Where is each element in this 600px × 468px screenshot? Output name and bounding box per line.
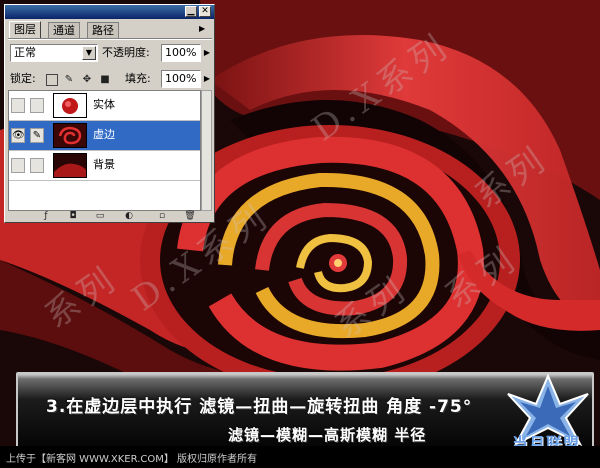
close-button[interactable]: ✕	[199, 6, 211, 17]
trash-icon[interactable]: 🗑	[184, 211, 196, 222]
new-group-icon[interactable]: ▭	[94, 211, 106, 222]
layer-name: 虚边	[93, 128, 115, 141]
footer-bar: 上传于【新客网 WWW.XKER.COM】 版权归原作者所有	[0, 446, 600, 468]
layer-name: 背景	[93, 158, 115, 171]
palette-bottom-toolbar: ƒ ◘ ▭ ◐ ▫ 🗑	[8, 211, 212, 223]
lock-label: 锁定:	[10, 72, 36, 85]
close-icon: ✕	[201, 6, 209, 16]
minimize-icon: ▁	[187, 6, 195, 16]
tab-layers[interactable]: 图层	[9, 21, 41, 38]
fill-label: 填充:	[125, 72, 151, 85]
visibility-toggle[interactable]	[11, 158, 25, 173]
layer-row[interactable]: 背景	[9, 151, 200, 181]
new-layer-icon[interactable]: ▫	[156, 211, 168, 222]
fill-value: 100%	[165, 72, 197, 85]
layers-list: 实体 👁 ✎ 虚边 背景	[8, 90, 201, 211]
footer-text: 上传于【新客网 WWW.XKER.COM】 版权归原作者所有	[6, 454, 258, 465]
layer-style-icon[interactable]: ƒ	[40, 211, 52, 222]
opacity-slider-arrow-icon[interactable]: ▶	[202, 45, 212, 61]
lock-transparency-icon[interactable]	[46, 74, 58, 86]
fill-field[interactable]: 100%	[161, 70, 201, 88]
link-toggle[interactable]	[30, 158, 44, 173]
palette-tabs: 图层 通道 路径 ▶	[9, 21, 209, 38]
blend-mode-select[interactable]: 正常 ▼	[10, 44, 98, 62]
minimize-button[interactable]: ▁	[185, 6, 197, 17]
opacity-field[interactable]: 100%	[161, 44, 201, 62]
tab-channels[interactable]: 通道	[48, 22, 80, 38]
eye-icon: 👁	[12, 130, 25, 141]
opacity-label: 不透明度:	[102, 46, 150, 59]
layer-thumbnail	[53, 153, 87, 178]
link-toggle[interactable]: ✎	[30, 128, 44, 143]
lock-all-icon[interactable]: ■	[99, 74, 111, 86]
lock-move-icon[interactable]: ✥	[81, 74, 93, 86]
layer-name: 实体	[93, 98, 115, 111]
layer-row[interactable]: 实体	[9, 91, 200, 121]
layers-palette[interactable]: ▁ ✕ 图层 通道 路径 ▶ 正常 ▼ 不透明度: 100% ▶ 锁定: ✎ ✥…	[4, 4, 215, 223]
blend-mode-value: 正常	[14, 46, 36, 59]
caption-line-2: 滤镜—模糊—高斯模糊 半径	[228, 426, 427, 444]
fill-slider-arrow-icon[interactable]: ▶	[202, 71, 212, 87]
layer-thumbnail	[53, 93, 87, 118]
divider	[8, 38, 212, 40]
layers-scrollbar[interactable]	[201, 90, 212, 211]
visibility-toggle[interactable]: 👁	[11, 128, 25, 143]
palette-titlebar[interactable]: ▁ ✕	[5, 5, 214, 19]
visibility-toggle[interactable]	[11, 98, 25, 113]
chevron-down-icon: ▼	[82, 46, 96, 60]
adjustment-layer-icon[interactable]: ◐	[123, 211, 135, 222]
brush-icon: ✎	[32, 130, 42, 141]
palette-menu-arrow-icon[interactable]: ▶	[199, 24, 207, 33]
layer-thumbnail	[53, 123, 87, 148]
link-toggle[interactable]	[30, 98, 44, 113]
layer-row[interactable]: 👁 ✎ 虚边	[9, 121, 200, 151]
opacity-value: 100%	[165, 46, 197, 59]
tab-paths[interactable]: 路径	[87, 22, 119, 38]
layer-mask-icon[interactable]: ◘	[67, 211, 79, 222]
caption-line-1: 3.在虚边层中执行 滤镜—扭曲—旋转扭曲 角度 -75°	[46, 397, 473, 417]
lock-paint-icon[interactable]: ✎	[63, 74, 75, 86]
